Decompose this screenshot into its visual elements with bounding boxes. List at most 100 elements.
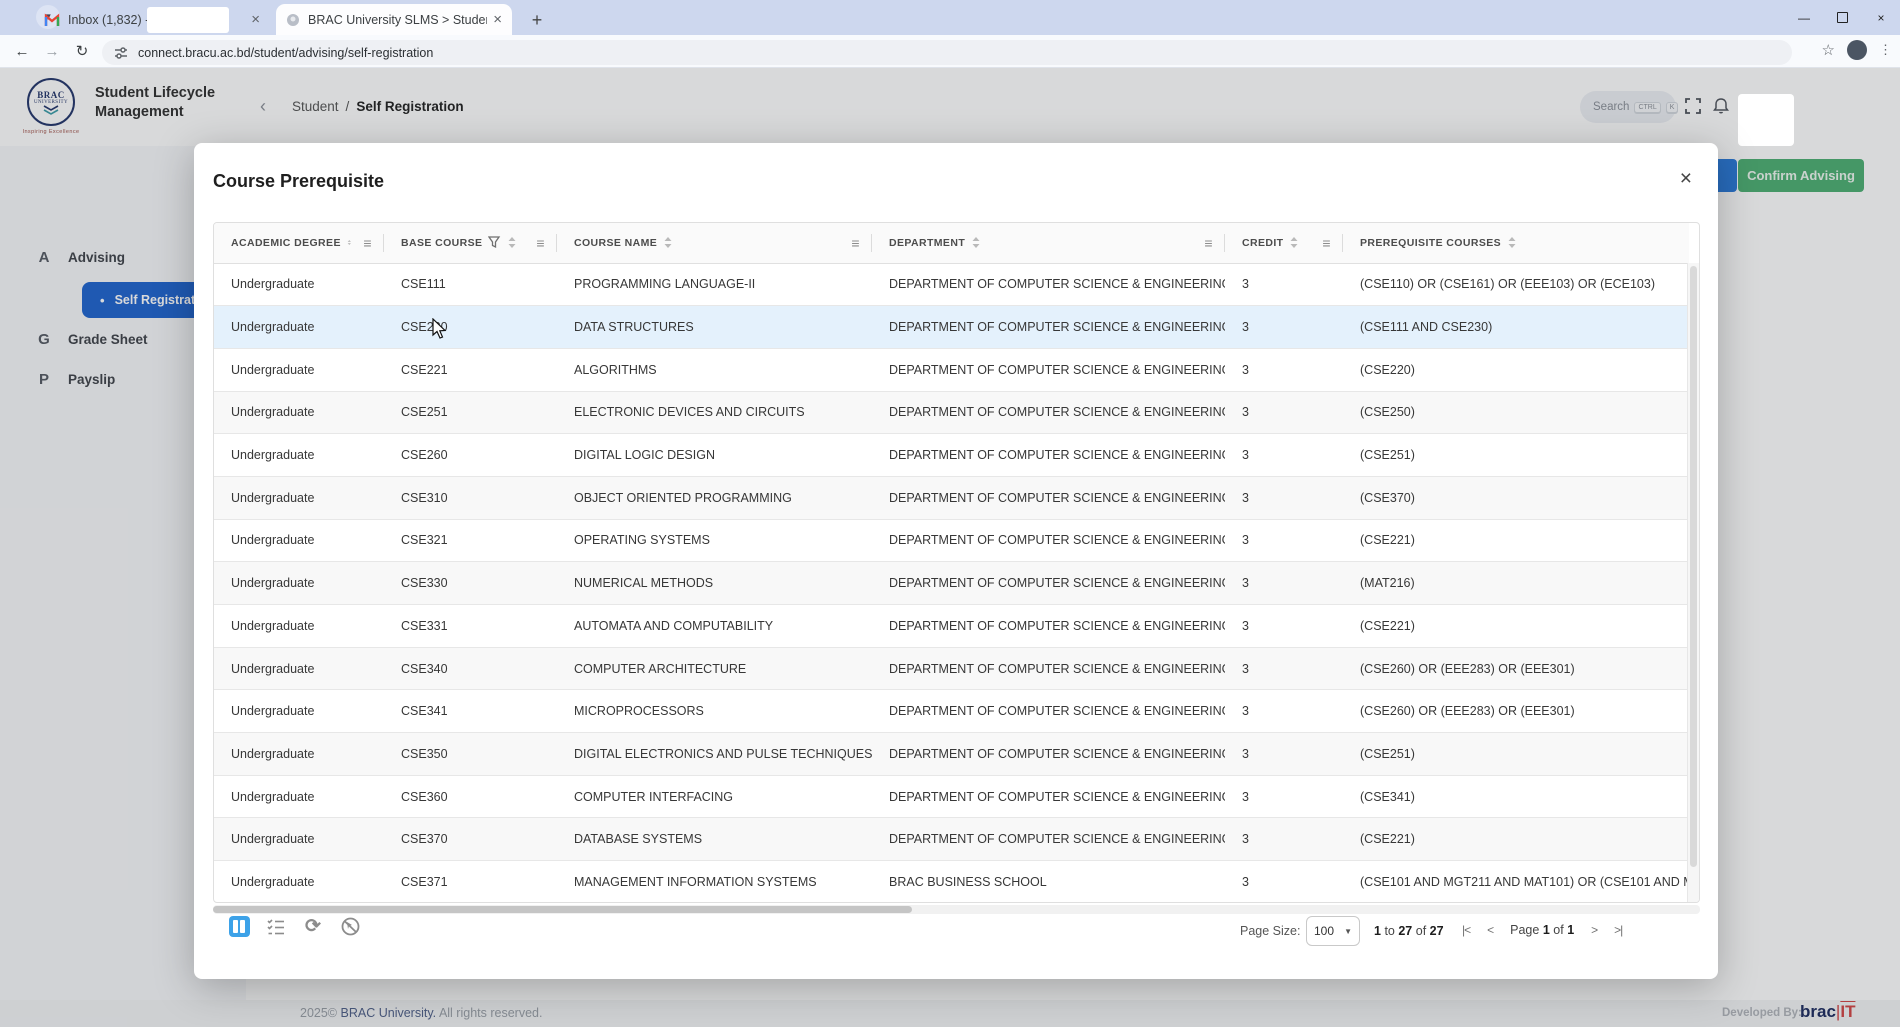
column-header-academic-degree[interactable]: ACADEMIC DEGREE ≡ [214, 223, 384, 263]
table-row[interactable]: Undergraduate CSE340 COMPUTER ARCHITECTU… [214, 647, 1689, 690]
table-row[interactable]: Undergraduate CSE310 OBJECT ORIENTED PRO… [214, 476, 1689, 519]
cell-base-course: CSE221 [384, 348, 557, 391]
cell-academic-degree: Undergraduate [214, 733, 384, 776]
close-window-button[interactable]: × [1874, 11, 1888, 25]
cell-academic-degree: Undergraduate [214, 690, 384, 733]
sort-icon[interactable] [1507, 236, 1517, 249]
prev-page-button[interactable]: < [1487, 923, 1493, 937]
column-menu-icon[interactable]: ≡ [536, 235, 545, 251]
next-page-button[interactable]: > [1591, 923, 1597, 937]
table-vertical-scrollbar[interactable] [1687, 263, 1699, 902]
scrollbar-thumb[interactable] [1690, 266, 1697, 867]
columns-panel-icon[interactable] [228, 915, 250, 937]
column-menu-icon[interactable]: ≡ [851, 235, 860, 251]
cell-credit: 3 [1225, 818, 1343, 861]
cell-base-course: CSE370 [384, 818, 557, 861]
back-button[interactable]: ← [10, 40, 34, 64]
forward-button[interactable]: → [40, 40, 64, 64]
sort-icon[interactable] [663, 236, 673, 249]
cell-credit: 3 [1225, 605, 1343, 648]
modal-title: Course Prerequisite [213, 171, 384, 192]
sort-icon[interactable] [347, 236, 352, 249]
table-row[interactable]: Undergraduate CSE260 DIGITAL LOGIC DESIG… [214, 434, 1689, 477]
cell-prerequisite: (CSE251) [1343, 434, 1689, 477]
reload-button[interactable]: ↻ [70, 40, 94, 64]
cell-credit: 3 [1225, 733, 1343, 776]
clear-filter-icon[interactable] [339, 915, 361, 937]
table-row[interactable]: Undergraduate CSE251 ELECTRONIC DEVICES … [214, 391, 1689, 434]
maximize-button[interactable] [1837, 12, 1848, 23]
cell-course-name: AUTOMATA AND COMPUTABILITY [557, 605, 872, 648]
column-menu-icon[interactable]: ≡ [1204, 235, 1213, 251]
cell-base-course: CSE341 [384, 690, 557, 733]
bookmark-star-icon[interactable]: ☆ [1822, 41, 1835, 59]
close-tab-icon[interactable]: × [251, 11, 260, 28]
table-row[interactable]: Undergraduate CSE350 DIGITAL ELECTRONICS… [214, 733, 1689, 776]
table-row[interactable]: Undergraduate CSE370 DATABASE SYSTEMS DE… [214, 818, 1689, 861]
table-row[interactable]: Undergraduate CSE371 MANAGEMENT INFORMAT… [214, 861, 1689, 903]
table-row[interactable]: Undergraduate CSE360 COMPUTER INTERFACIN… [214, 775, 1689, 818]
cell-course-name: DIGITAL ELECTRONICS AND PULSE TECHNIQUES [557, 733, 872, 776]
cell-base-course: CSE111 [384, 263, 557, 306]
new-tab-button[interactable]: + [524, 8, 550, 34]
cell-prerequisite: (CSE341) [1343, 775, 1689, 818]
browser-menu-icon[interactable]: ⋮ [1879, 42, 1892, 58]
table-row[interactable]: Undergraduate CSE341 MICROPROCESSORS DEP… [214, 690, 1689, 733]
cell-prerequisite: (CSE221) [1343, 519, 1689, 562]
browser-profile-avatar[interactable] [1847, 40, 1867, 60]
table-row[interactable]: Undergraduate CSE221 ALGORITHMS DEPARTME… [214, 348, 1689, 391]
page-size-select[interactable]: 100 ▼ [1306, 916, 1360, 946]
cell-base-course: CSE340 [384, 647, 557, 690]
refresh-icon[interactable]: ⟳ [302, 915, 324, 937]
tab-gmail[interactable]: Inbox (1,832) - × [34, 4, 270, 35]
cell-course-name: COMPUTER INTERFACING [557, 775, 872, 818]
column-header-credit[interactable]: CREDIT ≡ [1225, 223, 1343, 263]
cell-academic-degree: Undergraduate [214, 775, 384, 818]
cell-credit: 3 [1225, 647, 1343, 690]
column-label: DEPARTMENT [889, 237, 965, 249]
cell-department: DEPARTMENT OF COMPUTER SCIENCE & ENGINEE… [872, 476, 1225, 519]
cell-course-name: ALGORITHMS [557, 348, 872, 391]
column-menu-icon[interactable]: ≡ [1322, 235, 1331, 251]
column-header-course-name[interactable]: COURSE NAME ≡ [557, 223, 872, 263]
grid-tool-icons: ⟳ [228, 915, 361, 937]
cell-credit: 3 [1225, 519, 1343, 562]
course-prerequisite-modal: Course Prerequisite × ACADEMIC DEGREE ≡ [194, 143, 1718, 979]
cell-academic-degree: Undergraduate [214, 605, 384, 648]
last-page-button[interactable]: >| [1614, 923, 1622, 937]
address-bar[interactable]: connect.bracu.ac.bd/student/advising/sel… [102, 40, 1792, 65]
minimize-button[interactable]: — [1797, 11, 1811, 25]
tab-slms[interactable]: BRAC University SLMS > Studen × [276, 4, 512, 35]
first-page-button[interactable]: |< [1462, 923, 1470, 937]
page-indicator: Page 1 of 1 [1510, 923, 1574, 937]
scrollbar-thumb[interactable] [213, 906, 912, 913]
cell-prerequisite: (CSE251) [1343, 733, 1689, 776]
pagination: |< < Page 1 of 1 > >| [1462, 923, 1622, 937]
column-menu-icon[interactable]: ≡ [363, 235, 372, 251]
sort-icon[interactable] [971, 236, 981, 249]
cell-prerequisite: (CSE260) OR (EEE283) OR (EEE301) [1343, 690, 1689, 733]
cell-base-course: CSE251 [384, 391, 557, 434]
table-row[interactable]: Undergraduate CSE331 AUTOMATA AND COMPUT… [214, 605, 1689, 648]
checklist-filter-icon[interactable] [265, 915, 287, 937]
row-range-text: 1 to 27 of 27 [1374, 924, 1444, 938]
column-header-base-course[interactable]: BASE COURSE ≡ [384, 223, 557, 263]
sort-icon[interactable] [507, 236, 517, 249]
column-header-department[interactable]: DEPARTMENT ≡ [872, 223, 1225, 263]
table-row[interactable]: Undergraduate CSE111 PROGRAMMING LANGUAG… [214, 263, 1689, 306]
cell-course-name: ELECTRONIC DEVICES AND CIRCUITS [557, 391, 872, 434]
sort-icon[interactable] [1289, 236, 1299, 249]
table-horizontal-scrollbar[interactable] [213, 905, 1700, 914]
filter-icon[interactable] [488, 236, 501, 249]
close-tab-icon[interactable]: × [493, 11, 502, 28]
cell-base-course: CSE310 [384, 476, 557, 519]
cell-department: DEPARTMENT OF COMPUTER SCIENCE & ENGINEE… [872, 647, 1225, 690]
table-row[interactable]: Undergraduate CSE330 NUMERICAL METHODS D… [214, 562, 1689, 605]
cell-academic-degree: Undergraduate [214, 306, 384, 349]
site-settings-icon[interactable] [114, 46, 128, 60]
cell-credit: 3 [1225, 348, 1343, 391]
cell-academic-degree: Undergraduate [214, 434, 384, 477]
modal-close-icon[interactable]: × [1680, 167, 1692, 191]
column-header-prerequisite-courses[interactable]: PREREQUISITE COURSES [1343, 223, 1689, 263]
table-row[interactable]: Undergraduate CSE321 OPERATING SYSTEMS D… [214, 519, 1689, 562]
